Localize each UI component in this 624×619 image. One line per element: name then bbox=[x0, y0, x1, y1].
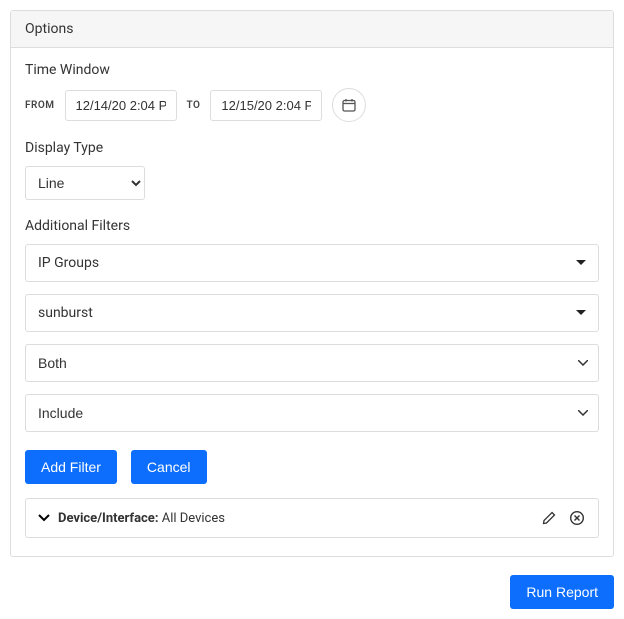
display-type-label: Display Type bbox=[25, 140, 599, 156]
additional-filters-label: Additional Filters bbox=[25, 218, 599, 234]
chevron-down-icon bbox=[38, 514, 50, 522]
edit-button[interactable] bbox=[540, 509, 558, 527]
device-interface-label: Device/Interface: bbox=[58, 511, 158, 526]
caret-down-icon bbox=[576, 260, 586, 266]
device-interface-actions bbox=[540, 509, 586, 527]
cancel-button[interactable]: Cancel bbox=[131, 450, 207, 484]
panel-body: Time Window FROM TO Display Type Line bbox=[11, 48, 613, 556]
filter-direction-select[interactable]: Both bbox=[25, 344, 599, 382]
device-interface-row[interactable]: Device/Interface: All Devices bbox=[25, 498, 599, 538]
filter-ip-groups-value: IP Groups bbox=[38, 255, 99, 271]
time-window-label: Time Window bbox=[25, 62, 599, 78]
filter-sunburst-dropdown[interactable]: sunburst bbox=[25, 294, 599, 332]
footer-row: Run Report bbox=[0, 557, 624, 619]
calendar-icon bbox=[341, 97, 357, 113]
device-interface-left: Device/Interface: All Devices bbox=[38, 511, 225, 526]
options-panel: Options Time Window FROM TO Display Type bbox=[10, 10, 614, 557]
to-label: TO bbox=[187, 100, 201, 111]
calendar-button[interactable] bbox=[332, 88, 366, 122]
filter-sunburst-value: sunburst bbox=[38, 305, 93, 321]
device-interface-value: All Devices bbox=[162, 511, 225, 526]
filter-ip-groups-dropdown[interactable]: IP Groups bbox=[25, 244, 599, 282]
run-report-button[interactable]: Run Report bbox=[510, 575, 614, 609]
filter-buttons-row: Add Filter Cancel bbox=[25, 450, 599, 484]
filter-include-select[interactable]: Include bbox=[25, 394, 599, 432]
caret-down-icon bbox=[576, 310, 586, 316]
add-filter-button[interactable]: Add Filter bbox=[25, 450, 117, 484]
from-date-input[interactable] bbox=[65, 90, 177, 121]
to-date-input[interactable] bbox=[210, 90, 322, 121]
pencil-icon bbox=[541, 510, 557, 526]
from-label: FROM bbox=[25, 100, 55, 111]
close-circle-icon bbox=[569, 510, 585, 526]
time-window-row: FROM TO bbox=[25, 88, 599, 122]
display-type-select[interactable]: Line bbox=[25, 166, 145, 200]
remove-button[interactable] bbox=[568, 509, 586, 527]
panel-title: Options bbox=[11, 11, 613, 48]
